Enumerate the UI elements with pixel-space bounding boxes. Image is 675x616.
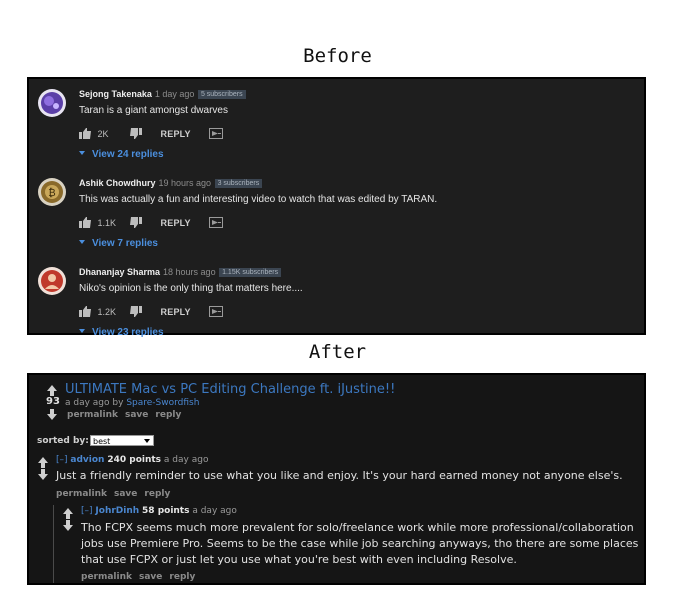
- sort-label: sorted by:: [37, 436, 89, 446]
- collapse-toggle[interactable]: [–]: [56, 455, 68, 465]
- report-icon[interactable]: [209, 128, 224, 140]
- svg-text:₿: ₿: [48, 187, 55, 199]
- thumbs-up-icon[interactable]: [79, 128, 91, 140]
- view-replies-label: View 23 replies: [92, 327, 164, 338]
- reply-button[interactable]: REPLY: [161, 129, 191, 139]
- reply-button[interactable]: REPLY: [161, 307, 191, 317]
- caret-down-icon: [79, 240, 85, 244]
- collapse-toggle[interactable]: [–]: [81, 506, 93, 516]
- reply-link[interactable]: reply: [144, 489, 170, 499]
- thumbs-down-icon[interactable]: [130, 306, 143, 318]
- avatar[interactable]: [38, 89, 66, 117]
- reply-link[interactable]: reply: [169, 572, 195, 582]
- comment-text-line: Tho FCPX seems much more prevalent for s…: [81, 521, 634, 534]
- post-permalink-link[interactable]: permalink: [67, 410, 118, 420]
- comment-time[interactable]: 1 day ago: [155, 89, 195, 99]
- youtube-comment: Sejong Takenaka 1 day ago 5 subscribers T…: [29, 79, 644, 167]
- youtube-comment: ₿ Ashik Chowdhury 19 hours ago 3 subscrib…: [29, 168, 644, 256]
- comment-text-line: that use FCPX or just let you use what y…: [81, 553, 517, 566]
- post-save-link[interactable]: save: [125, 410, 148, 420]
- downvote-arrow-icon[interactable]: [63, 525, 73, 531]
- sort-select[interactable]: best: [90, 435, 154, 446]
- comment-time[interactable]: 18 hours ago: [163, 267, 216, 277]
- avatar[interactable]: ₿: [38, 178, 66, 206]
- post-submitted-line: a day ago by Spare-Swordfish: [65, 398, 199, 408]
- post-actions: permalink save reply: [67, 410, 188, 420]
- chevron-down-icon: [144, 439, 150, 443]
- comment-time: a day ago: [192, 506, 237, 516]
- comment-text: Niko's opinion is the only thing that ma…: [79, 283, 303, 294]
- view-replies-link[interactable]: View 24 replies: [79, 149, 634, 160]
- comment-points: 58 points: [142, 506, 190, 516]
- view-replies-link[interactable]: View 7 replies: [79, 238, 634, 249]
- comment-meta: [–] JohrDinh 58 points a day ago: [81, 506, 237, 516]
- save-link[interactable]: save: [139, 572, 162, 582]
- subscriber-badge: 5 subscribers: [197, 90, 246, 99]
- caret-down-icon: [79, 329, 85, 333]
- comment-actions: permalink save reply: [81, 572, 202, 582]
- downvote-arrow-icon[interactable]: [38, 474, 48, 480]
- comment-text: This was actually a fun and interesting …: [79, 194, 438, 205]
- reddit-comments-panel: 93 ULTIMATE Mac vs PC Editing Challenge …: [27, 373, 646, 585]
- comment-time[interactable]: 19 hours ago: [159, 178, 212, 188]
- subscriber-badge: 1.15K subscribers: [219, 268, 282, 277]
- upvote-stem: [66, 514, 70, 519]
- comment-text: Taran is a giant amongst dwarves: [79, 105, 228, 116]
- post-submitted-prefix: a day ago by: [65, 398, 124, 408]
- comment-text: Just a friendly reminder to use what you…: [56, 469, 623, 482]
- comment-author[interactable]: JohrDinh: [95, 506, 139, 516]
- permalink-link[interactable]: permalink: [81, 572, 132, 582]
- subscriber-badge: 3 subscribers: [214, 179, 263, 188]
- downvote-arrow-icon[interactable]: [47, 414, 57, 420]
- thumbs-down-icon[interactable]: [130, 128, 143, 140]
- like-count: 2K: [97, 128, 109, 139]
- upvote-stem: [41, 463, 45, 468]
- post-score: 93: [46, 396, 60, 407]
- save-link[interactable]: save: [114, 489, 137, 499]
- thread-line: [53, 505, 54, 583]
- after-caption: After: [308, 341, 367, 363]
- youtube-comment: Dhananjay Sharma 18 hours ago 1.15K subsc…: [29, 257, 644, 345]
- post-reply-link[interactable]: reply: [155, 410, 181, 420]
- like-count: 1.1K: [97, 217, 117, 228]
- post-title[interactable]: ULTIMATE Mac vs PC Editing Challenge ft.…: [65, 382, 395, 397]
- permalink-link[interactable]: permalink: [56, 489, 107, 499]
- comment-text-line: jobs use Premiere Pro. Seems to be the c…: [81, 537, 639, 550]
- post-author[interactable]: Spare-Swordfish: [126, 398, 199, 408]
- avatar[interactable]: [38, 267, 66, 295]
- view-replies-label: View 7 replies: [92, 238, 158, 249]
- report-icon[interactable]: [209, 217, 224, 229]
- like-count: 1.2K: [97, 306, 117, 317]
- comment-author[interactable]: Ashik Chowdhury: [79, 178, 156, 188]
- thumbs-up-icon[interactable]: [79, 217, 91, 229]
- caret-down-icon: [79, 151, 85, 155]
- view-replies-label: View 24 replies: [92, 149, 164, 160]
- youtube-comments-panel: Sejong Takenaka 1 day ago 5 subscribers T…: [27, 77, 646, 338]
- before-caption: Before: [303, 45, 372, 67]
- view-replies-link[interactable]: View 23 replies: [79, 327, 634, 338]
- comment-actions: permalink save reply: [56, 489, 177, 499]
- report-icon[interactable]: [209, 306, 224, 318]
- sort-select-value: best: [93, 437, 111, 446]
- comment-meta: [–] advion 240 points a day ago: [56, 455, 208, 465]
- thumbs-up-icon[interactable]: [79, 306, 91, 318]
- comment-author[interactable]: Dhananjay Sharma: [79, 267, 160, 277]
- comment-author[interactable]: advion: [70, 455, 104, 465]
- comment-time: a day ago: [163, 455, 209, 465]
- comment-points: 240 points: [107, 455, 162, 465]
- reply-button[interactable]: REPLY: [161, 218, 191, 228]
- thumbs-down-icon[interactable]: [130, 217, 143, 229]
- comment-author[interactable]: Sejong Takenaka: [79, 89, 152, 99]
